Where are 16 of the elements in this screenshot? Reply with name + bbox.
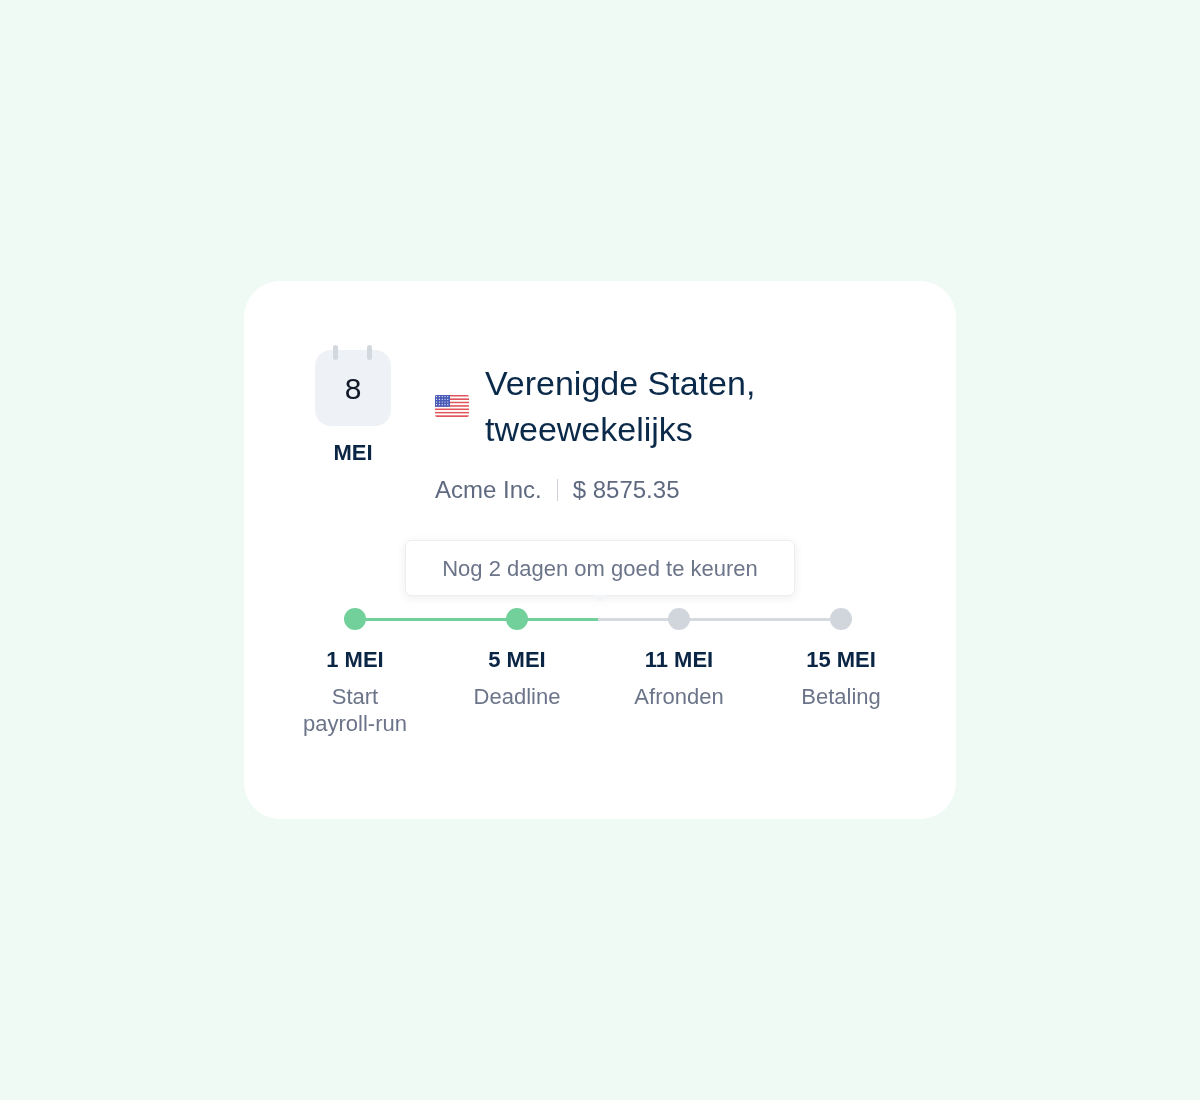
step-date: 5 MEI — [488, 647, 546, 673]
step-label: Afronden — [633, 683, 725, 710]
step-date: 11 MEI — [644, 647, 714, 673]
step-date: 15 MEI — [806, 647, 876, 673]
step-date: 1 MEI — [326, 647, 384, 673]
payroll-amount: $ 8575.35 — [572, 476, 680, 504]
step-label: Deadline — [472, 683, 562, 710]
calendar-rings-icon — [333, 345, 372, 360]
company-name: Acme Inc. — [435, 476, 542, 504]
step-label: Betaling — [800, 683, 882, 710]
step-label: Start payroll-run — [302, 683, 408, 737]
calendar-month: MEI — [333, 441, 373, 465]
calendar-day: 8 — [315, 350, 391, 426]
flag-icon — [435, 395, 469, 417]
tooltip: Nog 2 dagen om goed te keuren — [405, 540, 795, 596]
payroll-title: Verenigde Staten, tweewekelijks — [485, 363, 757, 450]
